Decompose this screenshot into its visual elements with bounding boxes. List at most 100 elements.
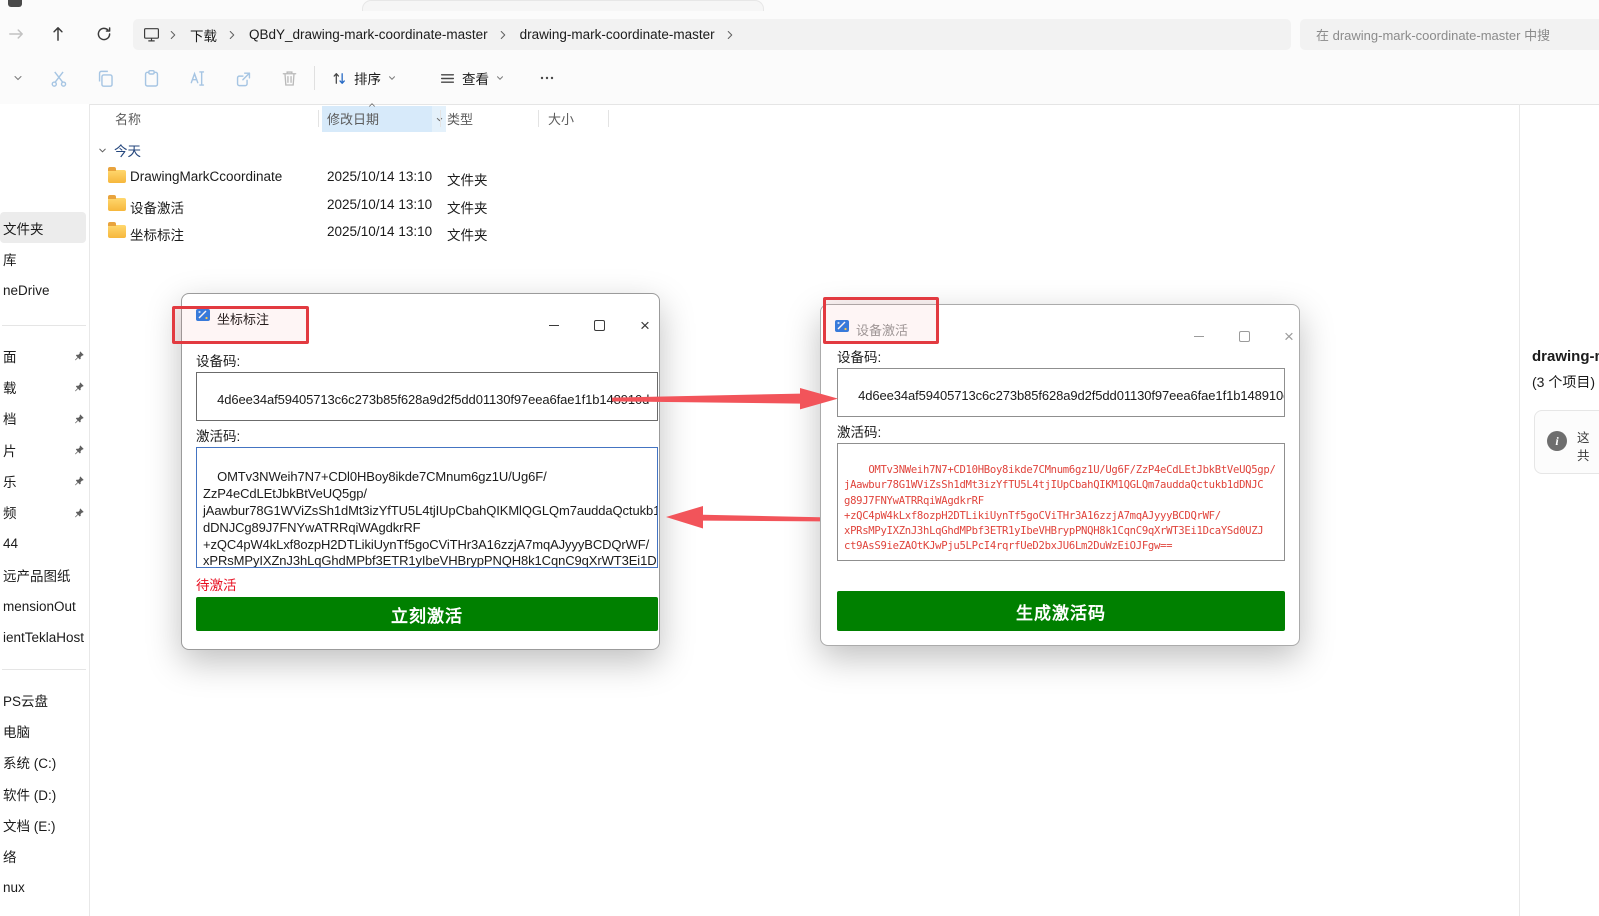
- close-button[interactable]: ×: [1274, 325, 1304, 347]
- close-button[interactable]: ×: [630, 314, 660, 336]
- sidebar-item-label: 档: [3, 408, 17, 428]
- chevron-right-icon: [496, 28, 510, 42]
- sort-ascending-icon: [367, 101, 377, 109]
- column-header-size[interactable]: 大小: [548, 109, 574, 128]
- column-separator[interactable]: [440, 110, 441, 127]
- table-row[interactable]: DrawingMarkCcoordinate 2025/10/14 13:10 …: [91, 164, 1471, 192]
- sidebar-item[interactable]: 乐: [0, 465, 90, 496]
- paste-icon[interactable]: [134, 60, 168, 96]
- share-icon[interactable]: [226, 60, 260, 96]
- breadcrumb-item[interactable]: QBdY_drawing-mark-coordinate-master: [241, 25, 496, 44]
- file-type: 文件夹: [447, 224, 488, 244]
- sidebar-item[interactable]: 电脑: [0, 715, 90, 746]
- this-pc-icon[interactable]: [143, 26, 160, 43]
- sidebar-item[interactable]: 面: [0, 340, 90, 371]
- view-button[interactable]: 查看: [431, 60, 513, 96]
- chevron-down-icon: [495, 73, 505, 83]
- activation-code-field[interactable]: OMTv3NWeih7N7+CD10HBoy8ikde7CMnum6gz1U/U…: [837, 443, 1285, 561]
- column-header-name[interactable]: 名称: [115, 109, 141, 128]
- pin-icon: [74, 381, 85, 392]
- sidebar-item-label: 面: [3, 346, 17, 366]
- sidebar-item[interactable]: 系统 (C:): [0, 747, 90, 778]
- chevron-down-icon[interactable]: [6, 60, 30, 96]
- group-header[interactable]: 今天: [91, 140, 141, 160]
- sidebar-item[interactable]: 频: [0, 496, 90, 527]
- details-info-text: 这: [1577, 427, 1590, 446]
- sidebar-item-label: ientTeklaHost: [3, 630, 84, 645]
- sidebar-item[interactable]: PS云盘: [0, 684, 90, 715]
- sort-button[interactable]: 排序: [323, 60, 405, 96]
- more-options-icon[interactable]: [529, 60, 565, 96]
- copy-icon[interactable]: [88, 60, 122, 96]
- forward-icon[interactable]: [2, 20, 30, 48]
- folder-icon: [108, 170, 126, 183]
- breadcrumb-item[interactable]: drawing-mark-coordinate-master: [512, 25, 723, 44]
- refresh-icon[interactable]: [90, 20, 118, 48]
- minimize-button[interactable]: [539, 314, 569, 336]
- device-code-field[interactable]: 4d6ee34af59405713c6c273b85f628a9d2f5dd01…: [837, 368, 1285, 417]
- sidebar-item-label: 44: [3, 536, 18, 551]
- pane-separator: [89, 104, 90, 916]
- breadcrumb-item[interactable]: 下载: [182, 23, 225, 47]
- coordinate-annotation-dialog: 坐标标注 × 设备码: 4d6ee34af59405713c6c273b85f6…: [181, 293, 660, 650]
- sidebar-item-label: 载: [3, 377, 17, 397]
- sort-label: 排序: [354, 68, 381, 88]
- activate-now-button[interactable]: 立刻激活: [196, 597, 658, 631]
- sidebar-item[interactable]: 文档 (E:): [0, 809, 90, 840]
- date-column-dropdown[interactable]: [432, 106, 446, 132]
- table-row[interactable]: 设备激活 2025/10/14 13:10 文件夹: [91, 192, 1471, 220]
- minimize-button[interactable]: [1184, 325, 1214, 347]
- sidebar-item-label: 频: [3, 502, 17, 522]
- pin-icon: [74, 350, 85, 361]
- table-row[interactable]: 坐标标注 2025/10/14 13:10 文件夹: [91, 219, 1471, 247]
- sidebar-item[interactable]: mensionOut: [0, 590, 90, 621]
- chevron-down-icon: [387, 73, 397, 83]
- sidebar-item[interactable]: 档: [0, 403, 90, 434]
- sidebar-item-label: 乐: [3, 471, 17, 491]
- window-titlebar: [0, 0, 1599, 18]
- details-pane: drawing-mark-coordinate-master (3 个项目) i…: [1532, 104, 1599, 916]
- sidebar-item[interactable]: 库: [0, 243, 90, 274]
- sidebar-item-label: nux: [3, 880, 25, 895]
- maximize-button[interactable]: [1229, 325, 1259, 347]
- sidebar-item[interactable]: 44: [0, 528, 90, 559]
- status-text: 待激活: [196, 574, 237, 594]
- maximize-button[interactable]: [584, 314, 614, 336]
- sidebar-item[interactable]: 络: [0, 840, 90, 871]
- chevron-down-icon: [97, 145, 108, 156]
- pin-icon: [74, 444, 85, 455]
- sidebar-item[interactable]: 软件 (D:): [0, 778, 90, 809]
- file-name: 坐标标注: [130, 224, 184, 244]
- sidebar-item[interactable]: 文件夹: [0, 212, 86, 243]
- view-label: 查看: [462, 68, 489, 88]
- delete-icon[interactable]: [272, 60, 306, 96]
- activation-code-field[interactable]: OMTv3NWeih7N7+CDl0HBoy8ikde7CMnum6gz1U/U…: [196, 447, 658, 568]
- up-icon[interactable]: [44, 20, 72, 48]
- sidebar-item[interactable]: nux: [0, 872, 90, 903]
- pin-icon: [74, 413, 85, 424]
- sidebar-item[interactable]: 远产品图纸: [0, 559, 90, 590]
- sidebar-item[interactable]: 片: [0, 434, 90, 465]
- sidebar-divider: [2, 325, 86, 326]
- folder-icon: [108, 225, 126, 238]
- column-header-date[interactable]: 修改日期: [327, 109, 379, 128]
- search-input[interactable]: 在 drawing-mark-coordinate-master 中搜: [1300, 19, 1599, 50]
- column-header-type[interactable]: 类型: [447, 109, 473, 128]
- column-separator[interactable]: [318, 110, 319, 127]
- cut-icon[interactable]: [42, 60, 76, 96]
- rename-icon[interactable]: [180, 60, 214, 96]
- generate-activation-code-button[interactable]: 生成激活码: [837, 591, 1285, 631]
- column-separator[interactable]: [608, 110, 609, 127]
- sidebar-item[interactable]: ientTeklaHost: [0, 622, 90, 653]
- sidebar-divider: [2, 669, 86, 670]
- sidebar-item[interactable]: neDrive: [0, 275, 90, 306]
- sidebar-item-label: 系统 (C:): [3, 752, 56, 772]
- file-name: 设备激活: [130, 197, 184, 217]
- sidebar-item-label: 软件 (D:): [3, 784, 56, 804]
- sidebar-item-label: 文件夹: [3, 218, 44, 238]
- device-code-field[interactable]: 4d6ee34af59405713c6c273b85f628a9d2f5dd01…: [196, 372, 658, 421]
- chevron-right-icon: [723, 28, 737, 42]
- column-separator[interactable]: [538, 110, 539, 127]
- device-code-label: 设备码:: [837, 346, 881, 366]
- sidebar-item[interactable]: 载: [0, 371, 90, 402]
